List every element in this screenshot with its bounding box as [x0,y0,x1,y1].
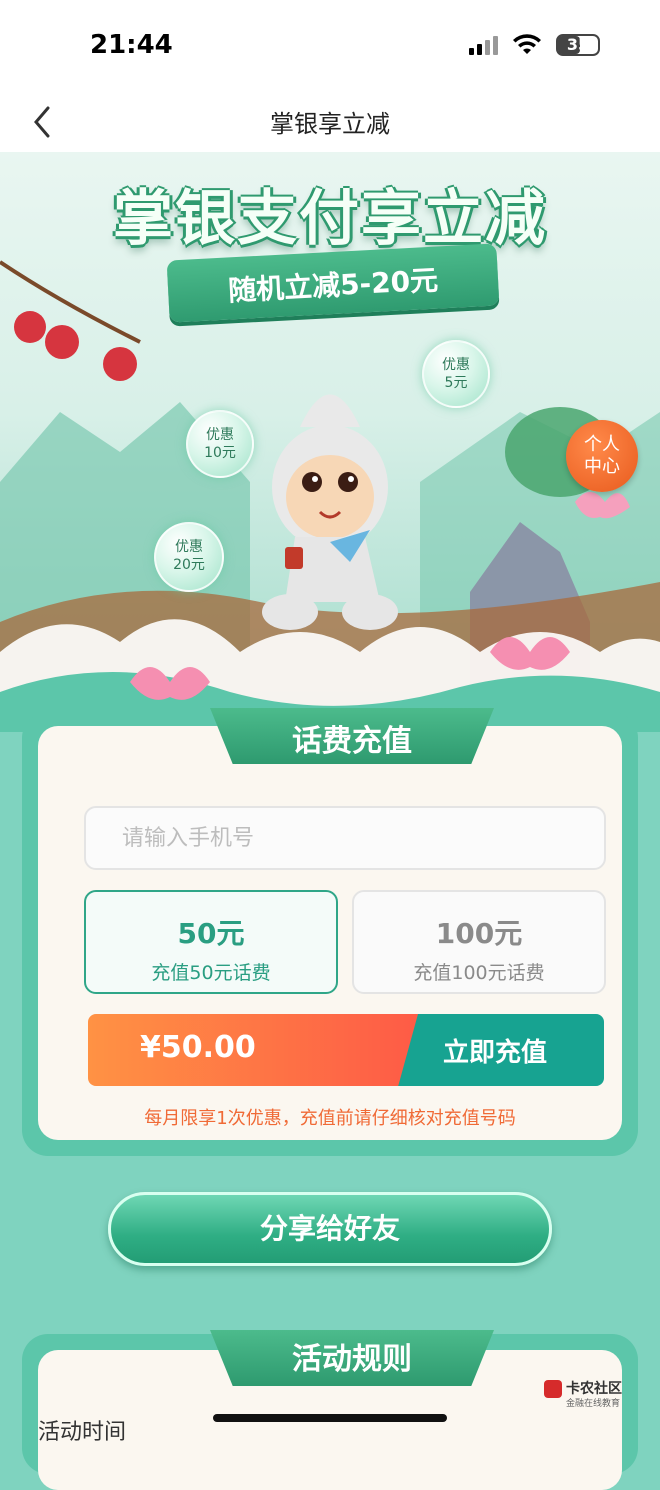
recharge-now-label: 立即充值 [442,1038,547,1068]
bubble-value: 20元 [173,557,205,573]
discount-bubble-10: 优惠 10元 [186,410,254,478]
option-description: 充值100元话费 [413,962,545,984]
price-amount: ¥50.00 [140,1030,256,1065]
price-display: ¥50.00 [88,1014,418,1086]
home-indicator [213,1414,447,1422]
watermark-logo-icon [544,1380,562,1398]
option-amount: 50元 [177,917,245,950]
personal-center-label-1: 个人 [584,434,620,455]
status-bar: 21:44 35 [0,0,660,96]
recharge-card: 50元 充值50元话费 100元 充值100元话费 立即充值 ¥50.00 每月… [38,726,622,1140]
recharge-tab-title: 话费充值 [292,724,412,759]
status-time: 21:44 [90,30,173,60]
banner-title: 掌银支付享立减 [113,184,547,254]
recharge-option-100[interactable]: 100元 充值100元话费 [352,890,606,994]
watermark-subtitle: 金融在线教育 [566,1399,621,1409]
cellular-signal-icon [469,35,498,55]
personal-center-button[interactable]: 个人 中心 [566,420,638,492]
personal-center-label-2: 中心 [584,456,620,477]
recharge-now-button[interactable]: 立即充值 [384,1014,604,1086]
option-description: 充值50元话费 [151,962,271,984]
recharge-notice: 每月限享1次优惠，充值前请仔细核对充值号码 [144,1108,516,1129]
discount-bubble-20: 优惠 20元 [154,522,224,592]
watermark: 卡农社区 金融在线教育 [544,1378,622,1409]
promo-ribbon-text: 随机立减5-20元 [227,263,439,308]
recharge-option-50[interactable]: 50元 充值50元话费 [84,890,338,994]
status-icons: 35 [469,34,600,56]
bubble-label: 优惠 [206,427,234,443]
rules-item-activity-time: 活动时间 [38,1420,127,1445]
battery-icon: 35 [556,34,600,56]
rules-tab-header: 活动规则 [210,1330,494,1386]
recharge-panel: 50元 充值50元话费 100元 充值100元话费 立即充值 ¥50.00 每月… [22,708,638,1156]
page-title: 掌银享立减 [270,110,390,138]
phone-number-input[interactable] [84,806,606,870]
bubble-label: 优惠 [175,539,203,555]
nav-bar: 掌银享立减 [0,96,660,152]
hero-banner: 掌银支付享立减 随机立减5-20元 优惠 5元 优惠 10元 优惠 20元 个人… [0,152,660,732]
share-to-friends-button[interactable]: 分享给好友 [108,1192,552,1266]
bubble-value: 5元 [444,375,468,391]
bubble-label: 优惠 [442,357,470,373]
watermark-name: 卡农社区 [566,1381,622,1397]
battery-level: 35 [566,35,590,54]
recharge-tab-header: 话费充值 [210,708,494,764]
wifi-icon [513,34,541,54]
rules-tab-title: 活动规则 [292,1342,412,1377]
option-amount: 100元 [435,917,523,950]
bubble-value: 10元 [204,445,236,461]
discount-bubble-5: 优惠 5元 [422,340,490,408]
payment-bar: 立即充值 ¥50.00 [88,1014,604,1086]
